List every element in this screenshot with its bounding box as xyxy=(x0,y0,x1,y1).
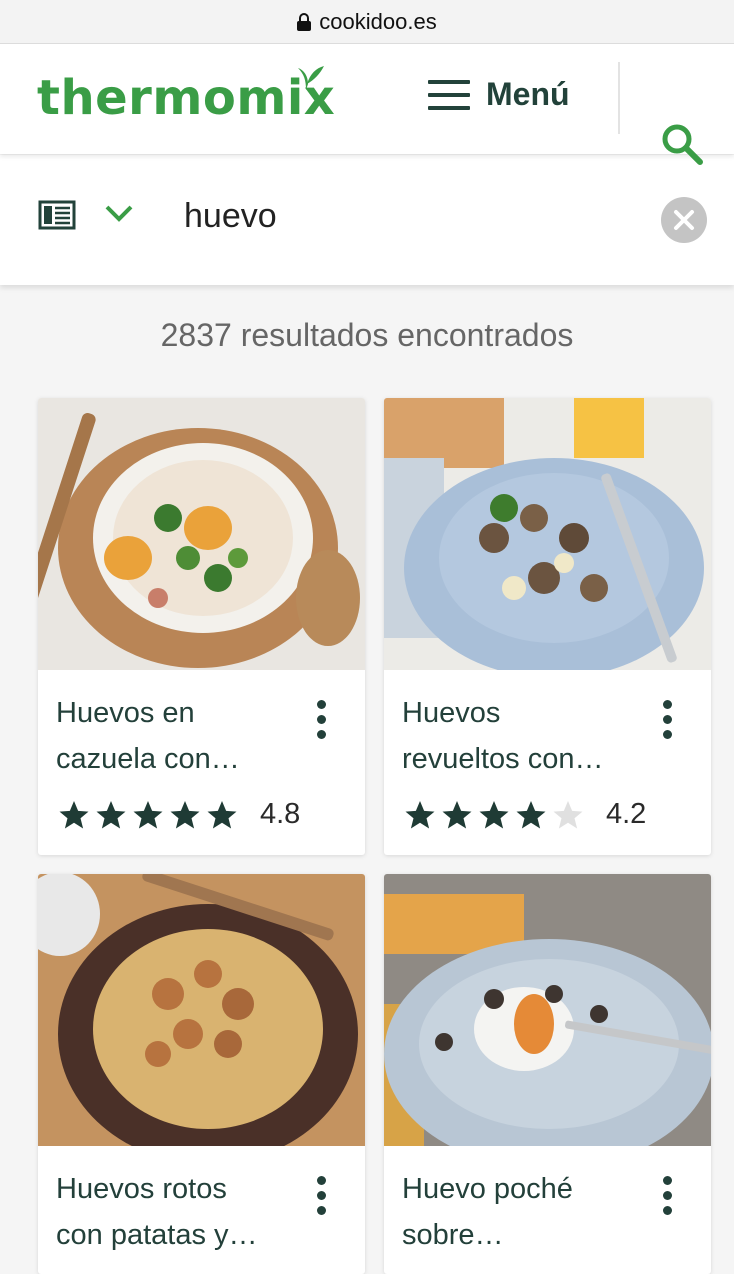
thermomix-logo[interactable]: thermomix xyxy=(37,66,336,126)
more-options-icon[interactable] xyxy=(317,700,327,739)
hamburger-icon xyxy=(428,79,470,110)
recipe-title-line: Huevos rotos xyxy=(56,1173,227,1205)
recipe-title-line: con patatas y… xyxy=(56,1219,258,1251)
chevron-down-icon[interactable] xyxy=(104,203,134,223)
clear-search-button[interactable] xyxy=(661,197,707,243)
url-text: cookidoo.es xyxy=(319,8,437,34)
recipe-title-line: Huevos en xyxy=(56,697,195,729)
results-count: 2837 resultados encontrados xyxy=(160,317,574,353)
logo-text: thermomix xyxy=(37,70,336,126)
browser-url-bar[interactable]: cookidoo.es xyxy=(0,0,734,44)
recipe-title[interactable]: Huevos revueltos con… xyxy=(402,690,632,782)
recipe-card[interactable]: Huevos revueltos con… 4.2 xyxy=(384,398,711,855)
recipe-image xyxy=(384,874,711,1146)
star-filled-icon xyxy=(59,800,89,828)
recipe-card[interactable]: Huevo poché sobre… xyxy=(384,874,711,1274)
more-options-icon[interactable] xyxy=(663,1176,673,1215)
recipe-book-icon[interactable] xyxy=(38,200,76,230)
recipe-image xyxy=(384,398,711,670)
recipe-title[interactable]: Huevos en cazuela con… xyxy=(56,690,286,782)
recipe-title[interactable]: Huevo poché sobre… xyxy=(402,1166,632,1258)
rating-value: 4.2 xyxy=(606,798,647,830)
recipe-card[interactable]: Huevos en cazuela con… 4.8 xyxy=(38,398,365,855)
star-filled-icon xyxy=(442,800,472,828)
star-rating xyxy=(404,800,584,830)
recipe-image xyxy=(38,398,365,670)
recipe-rating: 4.8 xyxy=(58,798,300,831)
close-icon xyxy=(674,210,694,230)
header-divider xyxy=(618,62,620,134)
star-filled-icon xyxy=(516,800,546,828)
site-header: thermomix Menú xyxy=(0,44,734,165)
more-options-icon[interactable] xyxy=(663,700,673,739)
star-filled-icon xyxy=(96,800,126,828)
recipe-image xyxy=(38,874,365,1146)
recipe-rating: 4.2 xyxy=(404,798,646,831)
recipe-title-line: sobre… xyxy=(402,1219,504,1251)
star-filled-icon xyxy=(133,800,163,828)
star-empty-icon xyxy=(553,800,583,828)
search-bar: huevo xyxy=(0,155,734,285)
recipe-title-line: Huevo poché xyxy=(402,1173,573,1205)
star-rating xyxy=(58,800,238,830)
menu-label: Menú xyxy=(486,76,570,112)
recipe-title-line: cazuela con… xyxy=(56,743,240,775)
star-filled-icon xyxy=(170,800,200,828)
rating-value: 4.8 xyxy=(260,798,301,830)
star-filled-icon xyxy=(207,800,237,828)
more-options-icon[interactable] xyxy=(317,1176,327,1215)
recipe-title[interactable]: Huevos rotos con patatas y… xyxy=(56,1166,286,1258)
recipe-title-line: Huevos xyxy=(402,697,501,729)
search-icon[interactable] xyxy=(660,122,704,166)
leaf-icon xyxy=(298,66,324,90)
lock-icon xyxy=(297,12,312,31)
star-filled-icon xyxy=(479,800,509,828)
search-input[interactable]: huevo xyxy=(184,197,277,236)
star-filled-icon xyxy=(405,800,435,828)
menu-button[interactable]: Menú xyxy=(428,76,570,113)
recipe-card[interactable]: Huevos rotos con patatas y… xyxy=(38,874,365,1274)
recipe-title-line: revueltos con… xyxy=(402,743,604,775)
